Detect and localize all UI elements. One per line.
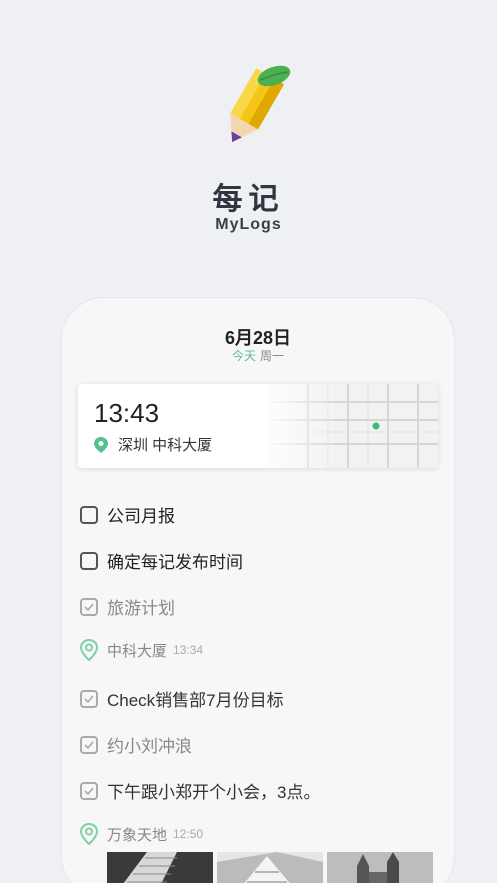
- todo-text: 约小刘冲浪: [107, 737, 192, 756]
- todo-item-done[interactable]: 约小刘冲浪: [80, 732, 192, 757]
- location-text: 中科大厦: [107, 642, 168, 660]
- todo-item[interactable]: 公司月报: [80, 502, 175, 527]
- app-subtitle: MyLogs: [215, 216, 282, 233]
- building-photo-1[interactable]: [107, 852, 213, 883]
- building-photo-3[interactable]: [327, 852, 433, 883]
- todo-text: 旅游计划: [107, 599, 175, 618]
- location-pin-icon: [80, 823, 98, 845]
- date-subtitle: 今天 周一: [62, 347, 454, 364]
- checkbox-unchecked[interactable]: [80, 505, 98, 524]
- checkbox-checked[interactable]: [80, 689, 98, 708]
- check-icon: [84, 602, 94, 611]
- todo-text: 下午跟小郑开个小会，3点。: [107, 783, 321, 802]
- todo-item-done[interactable]: Check销售部7月份目标: [80, 686, 284, 711]
- todo-item-done[interactable]: 下午跟小郑开个小会，3点。: [80, 778, 320, 803]
- app-logo-pencil-icon: [230, 65, 291, 143]
- app-name: 每记: [212, 182, 285, 217]
- photo-strip: [107, 852, 433, 883]
- location-entry[interactable]: 万象天地 12:50: [80, 823, 203, 845]
- location-time: 12:50: [173, 827, 204, 841]
- todo-text: 确定每记发布时间: [107, 553, 243, 572]
- todo-text: Check销售部7月份目标: [107, 691, 284, 710]
- todo-item[interactable]: 确定每记发布时间: [80, 548, 243, 573]
- location-entry[interactable]: 中科大厦 13:34: [80, 639, 203, 661]
- location-pin-icon: [80, 639, 98, 661]
- location-time: 13:43: [94, 398, 160, 428]
- phone-preview: 6月28日 今天 周一 13:43 深圳 中科大厦 公司月报 确定每记发布时间 …: [62, 298, 454, 883]
- building-photo-2[interactable]: [217, 852, 323, 883]
- location-text: 万象天地: [107, 826, 168, 844]
- today-label: 今天: [231, 349, 256, 363]
- checkbox-unchecked[interactable]: [80, 551, 98, 570]
- check-icon: [84, 740, 94, 749]
- checkbox-checked[interactable]: [80, 597, 98, 616]
- checkbox-checked[interactable]: [80, 735, 98, 754]
- todo-item-done[interactable]: 旅游计划: [80, 594, 175, 619]
- todo-text: 公司月报: [107, 507, 175, 526]
- weekday-label: 周一: [260, 349, 285, 363]
- checkbox-checked[interactable]: [80, 781, 98, 800]
- location-card[interactable]: 13:43 深圳 中科大厦: [78, 384, 438, 468]
- location-place: 深圳 中科大厦: [118, 437, 213, 454]
- location-pin-icon: [94, 436, 108, 453]
- check-icon: [84, 694, 94, 703]
- check-icon: [84, 786, 94, 795]
- location-time: 13:34: [173, 643, 204, 657]
